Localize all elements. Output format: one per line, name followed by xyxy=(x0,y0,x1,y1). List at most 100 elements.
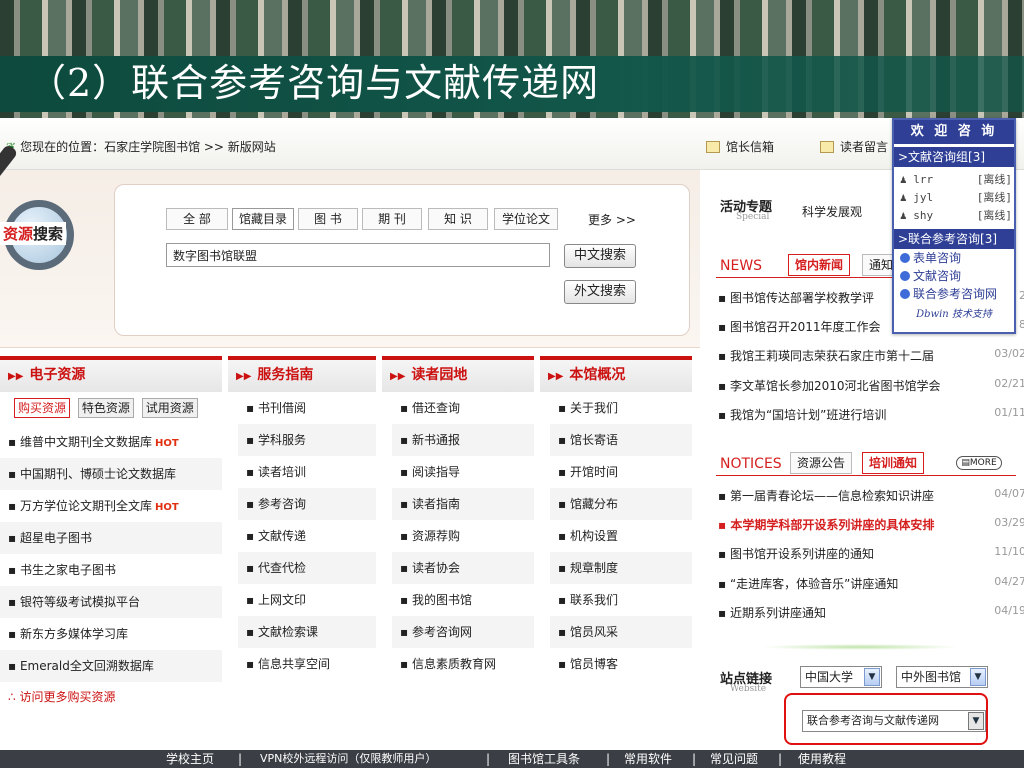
tab-resource-notice[interactable]: 资源公告 xyxy=(790,452,853,474)
list-item[interactable]: ▪ 阅读指导 xyxy=(392,456,534,488)
about-title: 本馆概况 xyxy=(569,367,626,383)
list-item[interactable]: ▪ 书生之家电子图书 xyxy=(0,554,222,586)
footer-toolbar-link[interactable]: 图书馆工具条 xyxy=(508,750,580,768)
tab-books[interactable]: 图 书 xyxy=(298,208,358,230)
subtab-purchased[interactable]: 购买资源 xyxy=(14,398,71,418)
list-item[interactable]: ▪ 文献传递 xyxy=(238,520,376,552)
footer-vpn-link[interactable]: VPN校外远程访问（仅限教师用户） xyxy=(260,750,436,768)
service-title: 服务指南 xyxy=(257,367,314,383)
list-item[interactable]: ▪ 读者培训 xyxy=(238,456,376,488)
eresource-list: ▪ 维普中文期刊全文数据库 HOT ▪ 中国期刊、博硕士论文数据库 ▪ 万方学位论… xyxy=(0,426,222,682)
consultant-row[interactable]: ♟ lrr [离线] xyxy=(894,171,1014,189)
double-arrow-icon: ▶▶ xyxy=(236,371,252,382)
list-item[interactable]: ▪ 信息素质教育网 xyxy=(392,648,534,680)
list-item[interactable]: ▪ 借还查询 xyxy=(392,392,534,424)
search-more-link[interactable]: 更多 >> xyxy=(588,211,636,228)
group-joint-consult[interactable]: >联合参考咨询[3] xyxy=(894,229,1014,249)
list-item[interactable]: ▪ 参考咨询网 xyxy=(392,616,534,648)
guestbook-link[interactable]: 读者留言 xyxy=(820,138,888,155)
list-item[interactable]: ▪ 中国期刊、博硕士论文数据库 xyxy=(0,458,222,490)
guestbook-label: 读者留言 xyxy=(840,140,889,154)
list-item[interactable]: ▪ 联系我们 xyxy=(550,584,692,616)
footer-bar: 学校主页 | VPN校外远程访问（仅限教师用户） | 图书馆工具条 | 常用软件… xyxy=(0,750,1024,768)
footer-home-link[interactable]: 学校主页 xyxy=(166,750,214,768)
search-input[interactable]: 数字图书馆联盟 xyxy=(166,243,550,267)
news-item[interactable]: ▪ 我馆王莉瑛同志荣获石家庄市第十二届 03/02 xyxy=(718,347,1024,364)
subtab-trial[interactable]: 试用资源 xyxy=(141,398,198,418)
list-item[interactable]: ▪ 馆员风采 xyxy=(550,616,692,648)
list-item[interactable]: ▪ 万方学位论文期刊全文库 HOT xyxy=(0,490,222,522)
message-icon xyxy=(820,141,834,153)
list-item[interactable]: ▪ 馆藏分布 xyxy=(550,488,692,520)
consultant-row[interactable]: ♟ jyl [离线] xyxy=(894,189,1014,207)
foreign-search-button[interactable]: 外文搜索 xyxy=(564,280,636,304)
form-consult-link[interactable]: 表单咨询 xyxy=(894,249,1014,267)
highlight-annotation xyxy=(784,693,988,745)
consultant-row[interactable]: ♟ shy [离线] xyxy=(894,207,1014,225)
notice-item[interactable]: ▪ 本学期学科部开设系列讲座的具体安排 03/29 xyxy=(718,516,1024,533)
joint-consult-network-link[interactable]: 联合参考咨询网 xyxy=(894,285,1014,303)
list-item[interactable]: ▪ 读者指南 xyxy=(392,488,534,520)
notice-item[interactable]: ▪ 第一届青春论坛——信息检索知识讲座 04/07 xyxy=(718,487,1024,504)
double-arrow-icon: ▶▶ xyxy=(390,371,406,382)
mailbox-link[interactable]: 馆长信箱 xyxy=(706,138,774,155)
list-item[interactable]: ▪ 新书通报 xyxy=(392,424,534,456)
notices-more-button[interactable]: ▤MORE xyxy=(956,456,1002,470)
breadcrumb: ❦您现在的位置：石家庄学院图书馆 >> 新版网站 xyxy=(6,138,276,155)
literature-consult-link[interactable]: 文献咨询 xyxy=(894,267,1014,285)
tab-library-news[interactable]: 馆内新闻 xyxy=(788,254,851,276)
list-item[interactable]: ▪ 维普中文期刊全文数据库 HOT xyxy=(0,426,222,458)
tab-training-notice[interactable]: 培训通知 xyxy=(862,452,925,474)
list-item[interactable]: ▪ 规章制度 xyxy=(550,552,692,584)
list-item[interactable]: ▪ 书刊借阅 xyxy=(238,392,376,424)
news-item[interactable]: ▪ 我馆为“国培计划”班进行培训 01/11 xyxy=(718,406,1024,423)
notice-item[interactable]: ▪ 图书馆开设系列讲座的通知 11/10 xyxy=(718,545,1024,562)
activity-link[interactable]: 科学发展观 xyxy=(802,203,862,220)
list-item[interactable]: ▪ 参考咨询 xyxy=(238,488,376,520)
notice-item[interactable]: ▪ “走进库客，体验音乐”讲座通知 04/27 xyxy=(718,575,1024,592)
list-item[interactable]: ▪ 资源荐购 xyxy=(392,520,534,552)
news-item[interactable]: ▪ 李文革馆长参加2010河北省图书馆学会 02/21 xyxy=(718,377,1024,394)
list-item[interactable]: ▪ 我的图书馆 xyxy=(392,584,534,616)
list-item[interactable]: ▪ 开馆时间 xyxy=(550,456,692,488)
university-select[interactable]: 中国大学 ▼ xyxy=(800,666,882,688)
service-header: ▶▶ 服务指南 xyxy=(228,356,376,392)
site-links-subtitle: Website xyxy=(730,684,767,694)
list-item[interactable]: ▪ 读者协会 xyxy=(392,552,534,584)
mail-icon xyxy=(706,141,720,153)
tech-support-label: Dbwin 技术支持 xyxy=(916,309,992,320)
about-list: ▪ 关于我们 ▪ 馆长寄语 ▪ 开馆时间 ▪ 馆藏分布 ▪ 机构设置 ▪ 规章制… xyxy=(540,392,692,680)
subtab-featured[interactable]: 特色资源 xyxy=(77,398,134,418)
list-item[interactable]: ▪ 关于我们 xyxy=(550,392,692,424)
top-bar: ❦您现在的位置：石家庄学院图书馆 >> 新版网站 馆长信箱 读者留言 xyxy=(0,118,1024,170)
tab-knowledge[interactable]: 知 识 xyxy=(428,208,488,230)
list-item[interactable]: ▪ 代查代检 xyxy=(238,552,376,584)
reader-title: 读者园地 xyxy=(411,367,468,383)
list-item[interactable]: ▪ 银符等级考试模拟平台 xyxy=(0,586,222,618)
user-icon: ♟ xyxy=(900,191,914,204)
list-item[interactable]: ▪ 新东方多媒体学习库 xyxy=(0,618,222,650)
tab-journals[interactable]: 期 刊 xyxy=(362,208,422,230)
list-item[interactable]: ▪ Emerald全文回溯数据库 xyxy=(0,650,222,682)
list-item[interactable]: ▪ 馆员博客 xyxy=(550,648,692,680)
notice-item[interactable]: ▪ 近期系列讲座通知 04/19 xyxy=(718,604,1024,621)
chinese-search-button[interactable]: 中文搜索 xyxy=(564,244,636,268)
tab-thesis[interactable]: 学位论文 xyxy=(494,208,558,230)
double-arrow-icon: ▶▶ xyxy=(8,371,24,382)
list-item[interactable]: ▪ 超星电子图书 xyxy=(0,522,222,554)
notices-en-label: NOTICES xyxy=(720,456,782,472)
footer-tutorial-link[interactable]: 使用教程 xyxy=(798,750,846,768)
list-item[interactable]: ▪ 机构设置 xyxy=(550,520,692,552)
more-purchased-link[interactable]: ∴ 访问更多购买资源 xyxy=(0,682,222,712)
list-item[interactable]: ▪ 文献检索课 xyxy=(238,616,376,648)
footer-software-link[interactable]: 常用软件 xyxy=(624,750,672,768)
tab-all[interactable]: 全 部 xyxy=(166,208,228,230)
list-item[interactable]: ▪ 上网文印 xyxy=(238,584,376,616)
library-select[interactable]: 中外图书馆 ▼ xyxy=(896,666,988,688)
list-item[interactable]: ▪ 馆长寄语 xyxy=(550,424,692,456)
list-item[interactable]: ▪ 信息共享空间 xyxy=(238,648,376,680)
list-item[interactable]: ▪ 学科服务 xyxy=(238,424,376,456)
group-literature-consult[interactable]: >文献咨询组[3] xyxy=(894,147,1014,167)
footer-faq-link[interactable]: 常见问题 xyxy=(710,750,758,768)
tab-catalog[interactable]: 馆藏目录 xyxy=(232,208,294,230)
